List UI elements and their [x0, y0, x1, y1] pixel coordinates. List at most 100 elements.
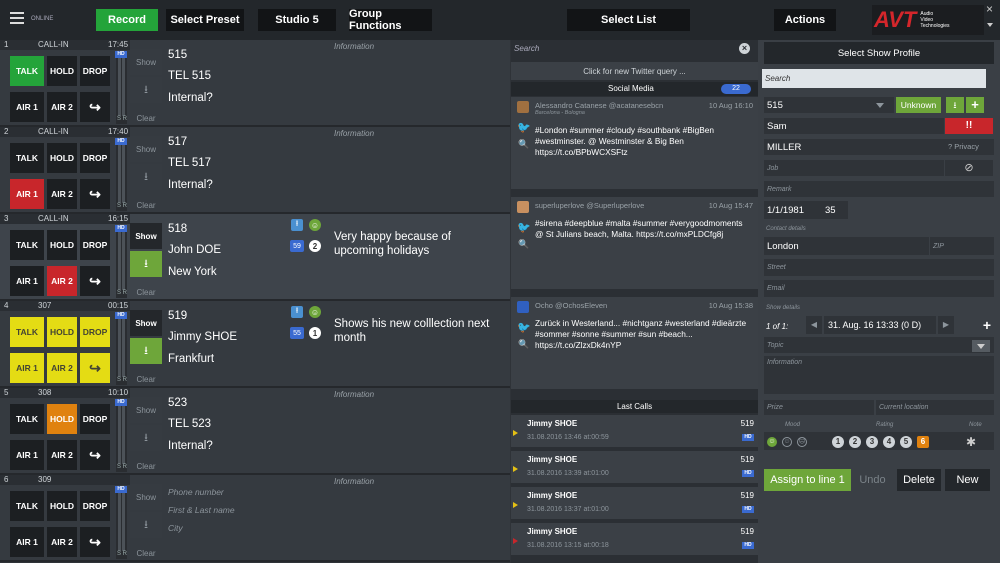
caller-phone[interactable]: 515 [168, 49, 187, 61]
forward-icon[interactable]: ↪ [80, 179, 110, 209]
upload-icon[interactable]: ⭱ [291, 219, 303, 231]
unknown-badge[interactable]: Unknown [896, 97, 941, 113]
record-button[interactable]: Record [96, 9, 158, 31]
talk-button[interactable]: TALK [10, 317, 44, 347]
caller-phone[interactable]: 519 [168, 310, 187, 322]
add-record-icon[interactable]: + [980, 316, 994, 334]
caller-name[interactable]: TEL 517 [168, 157, 211, 169]
block-icon[interactable]: ⊘ [945, 160, 993, 176]
download-icon[interactable]: ⭳ [130, 425, 162, 451]
caller-location[interactable]: Internal? [168, 92, 213, 104]
remark-field[interactable]: Remark [764, 181, 994, 197]
search-icon[interactable]: 🔍 [518, 239, 529, 250]
show-button[interactable]: Show [130, 310, 162, 336]
air2-button[interactable]: AIR 2 [47, 92, 77, 122]
last-call-item[interactable]: Jimmy SHOE 519 31.08.2016 13:46 at:00:59… [511, 415, 758, 449]
forward-icon[interactable]: ↪ [80, 527, 110, 557]
hold-button[interactable]: HOLD [47, 230, 77, 260]
last-call-item[interactable]: Jimmy SHOE 519 31.08.2016 13:39 at:01:00… [511, 451, 758, 485]
information-placeholder[interactable]: Information [334, 129, 374, 138]
job-field[interactable]: Job [764, 160, 944, 176]
talk-button[interactable]: TALK [10, 230, 44, 260]
download-icon[interactable]: ⭳ [130, 251, 162, 277]
smiley-icon[interactable]: ☺ [309, 219, 321, 231]
studio-button[interactable]: Studio 5 [258, 9, 336, 31]
information-placeholder[interactable]: Information [334, 477, 374, 486]
caller-location[interactable]: Internal? [168, 179, 213, 191]
forward-icon[interactable]: ↪ [80, 353, 110, 383]
alert-icon[interactable]: !! [945, 118, 993, 134]
air2-button[interactable]: AIR 2 [47, 179, 77, 209]
air1-button[interactable]: AIR 1 [10, 527, 44, 557]
smiley-icon[interactable]: ☺ [309, 306, 321, 318]
talk-button[interactable]: TALK [10, 56, 44, 86]
phone-dropdown-icon[interactable] [876, 103, 884, 108]
rating-option[interactable]: 3 [866, 436, 878, 448]
name-field[interactable]: First & Last name [168, 505, 235, 515]
show-button[interactable]: Show [130, 49, 162, 75]
drop-button[interactable]: DROP [80, 404, 110, 434]
clear-search-icon[interactable]: × [739, 43, 750, 54]
select-preset-button[interactable]: Select Preset [166, 9, 244, 31]
download-icon[interactable]: ⭳ [130, 164, 162, 190]
city-field[interactable]: City [168, 523, 183, 533]
download-icon[interactable]: ⭳ [130, 77, 162, 103]
clear-button[interactable]: Clear [130, 540, 162, 563]
forward-icon[interactable]: ↪ [80, 440, 110, 470]
next-record-button[interactable]: ▶ [938, 316, 954, 334]
caller-location[interactable]: Internal? [168, 440, 213, 452]
information-placeholder[interactable]: Information [334, 42, 374, 51]
show-button[interactable]: Show [130, 484, 162, 510]
sad-mood-icon[interactable]: ☹ [797, 437, 807, 447]
close-icon[interactable]: × [986, 2, 993, 16]
email-field[interactable]: Email [764, 280, 994, 297]
note-icon[interactable]: ✱ [966, 435, 976, 449]
topic-field[interactable]: Topic [764, 337, 994, 353]
drop-button[interactable]: DROP [80, 56, 110, 86]
talk-button[interactable]: TALK [10, 491, 44, 521]
air1-button[interactable]: AIR 1 [10, 179, 44, 209]
hold-button[interactable]: HOLD [47, 404, 77, 434]
privacy-label[interactable]: ? Privacy [948, 142, 979, 151]
menu-icon[interactable] [10, 12, 24, 24]
caller-name[interactable]: Jimmy SHOE [168, 331, 237, 343]
caller-name[interactable]: TEL 515 [168, 70, 211, 82]
new-twitter-query-button[interactable]: Click for new Twitter query ... [511, 62, 758, 80]
talk-button[interactable]: TALK [10, 143, 44, 173]
caller-name[interactable]: John DOE [168, 244, 221, 256]
caller-location[interactable]: Frankfurt [168, 353, 214, 365]
drop-button[interactable]: DROP [80, 317, 110, 347]
hold-button[interactable]: HOLD [47, 56, 77, 86]
drop-button[interactable]: DROP [80, 491, 110, 521]
download-icon[interactable]: ⭳ [946, 97, 964, 113]
add-icon[interactable]: + [966, 97, 984, 113]
hold-button[interactable]: HOLD [47, 143, 77, 173]
information-field[interactable]: Information [764, 356, 994, 394]
chevron-down-icon[interactable] [987, 23, 993, 27]
air2-button[interactable]: AIR 2 [47, 527, 77, 557]
show-button[interactable]: Show [130, 223, 162, 249]
rating-option[interactable]: 4 [883, 436, 895, 448]
show-date-field[interactable]: 31. Aug. 16 13:33 (0 D) [824, 316, 936, 334]
caller-location[interactable]: New York [168, 266, 217, 278]
tweet-card[interactable]: Alessandro Catanese @acatanesebcn 10 Aug … [511, 97, 758, 192]
caller-phone[interactable]: 518 [168, 223, 187, 235]
information-placeholder[interactable]: Information [334, 390, 374, 399]
hold-button[interactable]: HOLD [47, 491, 77, 521]
caller-info[interactable]: Very happy because of upcoming holidays [334, 230, 494, 258]
assign-to-line-button[interactable]: Assign to line 1 [764, 469, 851, 491]
rating-option[interactable]: 2 [849, 436, 861, 448]
last-call-item[interactable]: Jimmy SHOE 519 31.08.2016 13:15 at:00:18… [511, 523, 758, 557]
air1-button[interactable]: AIR 1 [10, 266, 44, 296]
air2-button[interactable]: AIR 2 [47, 353, 77, 383]
forward-icon[interactable]: ↪ [80, 266, 110, 296]
city-field[interactable]: London [764, 237, 929, 255]
hold-button[interactable]: HOLD [47, 317, 77, 347]
phone-number-field[interactable]: Phone number [168, 487, 224, 497]
twitter-search-field[interactable]: Search × [511, 40, 758, 58]
rating-option[interactable]: 5 [900, 436, 912, 448]
profile-search-input[interactable]: Search [762, 69, 986, 88]
group-functions-button[interactable]: Group Functions [349, 8, 432, 32]
rating-option[interactable]: 1 [832, 436, 844, 448]
street-field[interactable]: Street [764, 259, 994, 276]
